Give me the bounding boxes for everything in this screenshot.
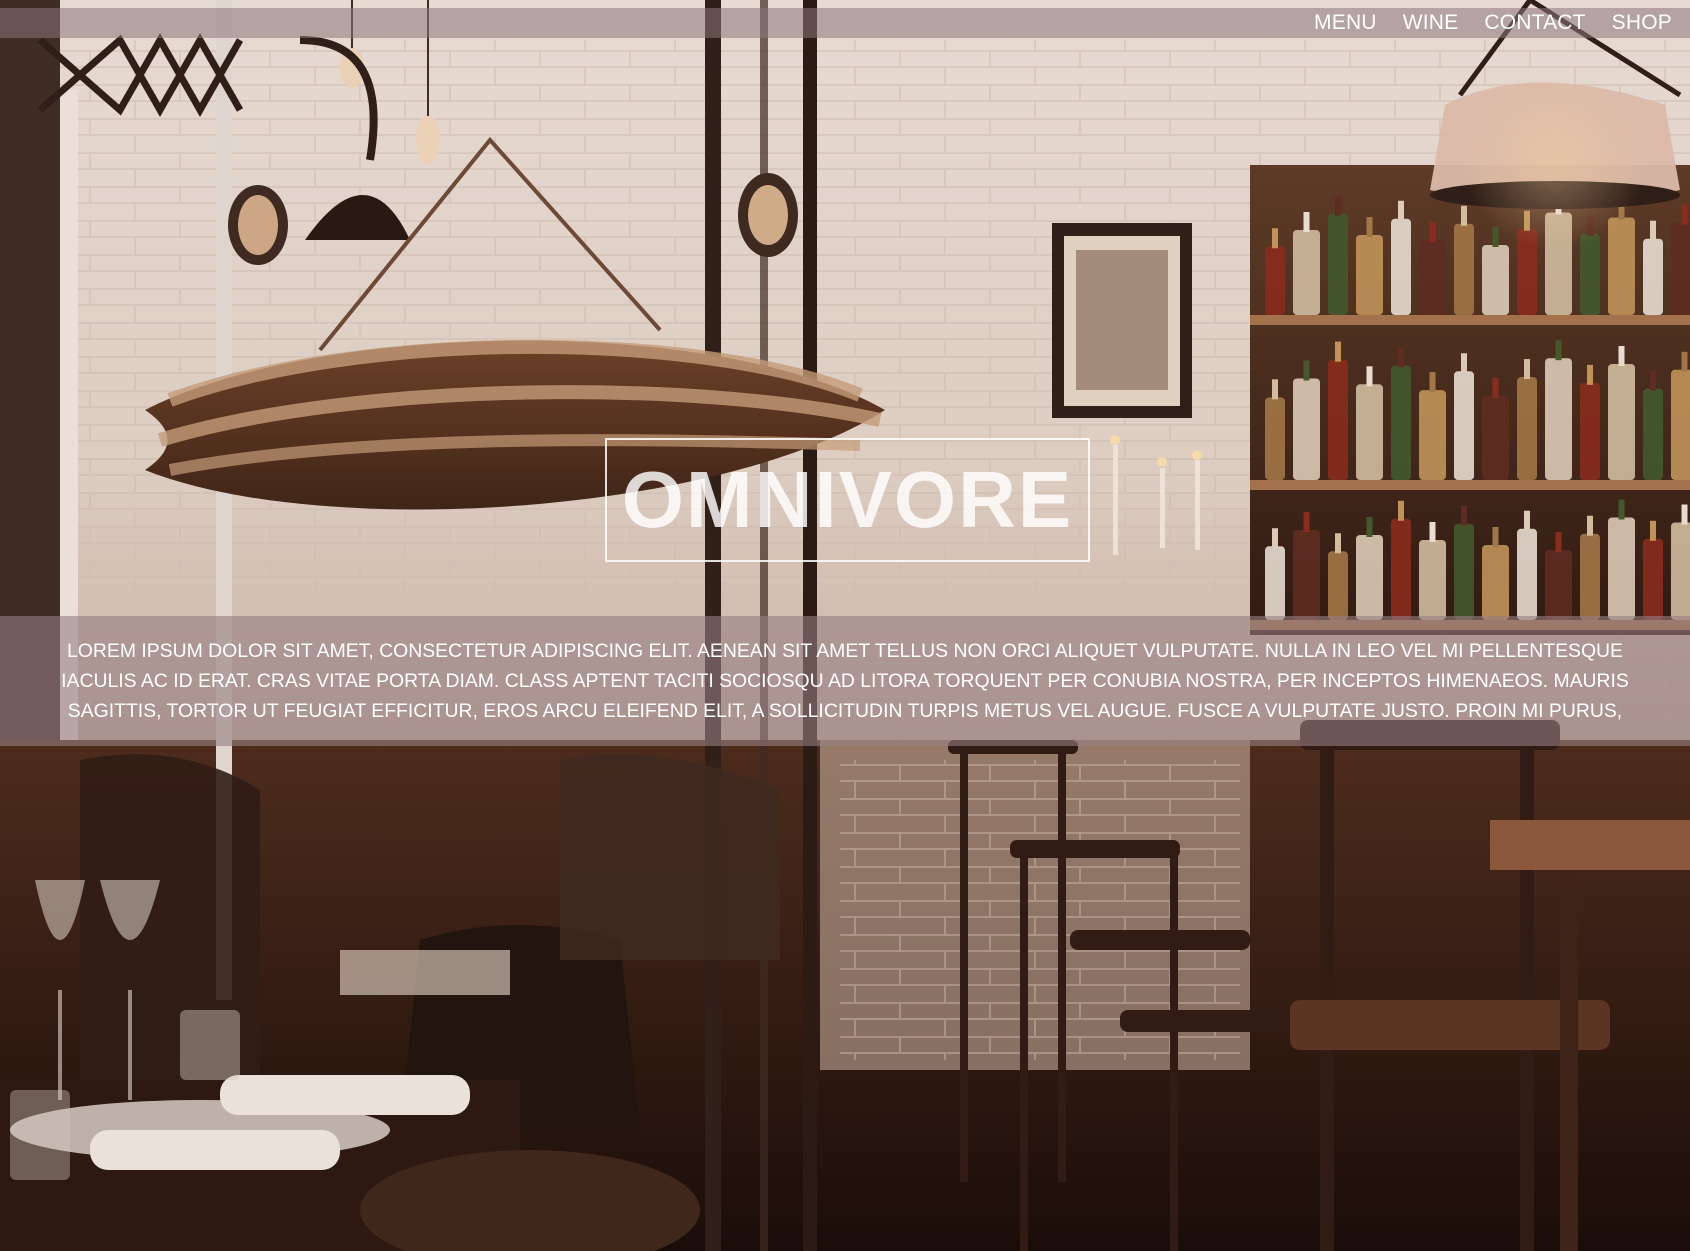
site-logo: OMNIVORE [621,455,1074,544]
intro-text: LOREM IPSUM DOLOR SIT AMET, CONSECTETUR … [61,640,1629,722]
intro-band: LOREM IPSUM DOLOR SIT AMET, CONSECTETUR … [0,616,1690,746]
logo-frame: OMNIVORE [605,438,1090,562]
nav-item-menu[interactable]: MENU [1314,11,1377,35]
top-nav-bar: MENU WINE CONTACT SHOP [0,8,1690,38]
nav-item-contact[interactable]: CONTACT [1484,11,1585,35]
nav-item-wine[interactable]: WINE [1403,11,1459,35]
main-nav: MENU WINE CONTACT SHOP [1314,8,1672,38]
nav-item-shop[interactable]: SHOP [1612,11,1672,35]
